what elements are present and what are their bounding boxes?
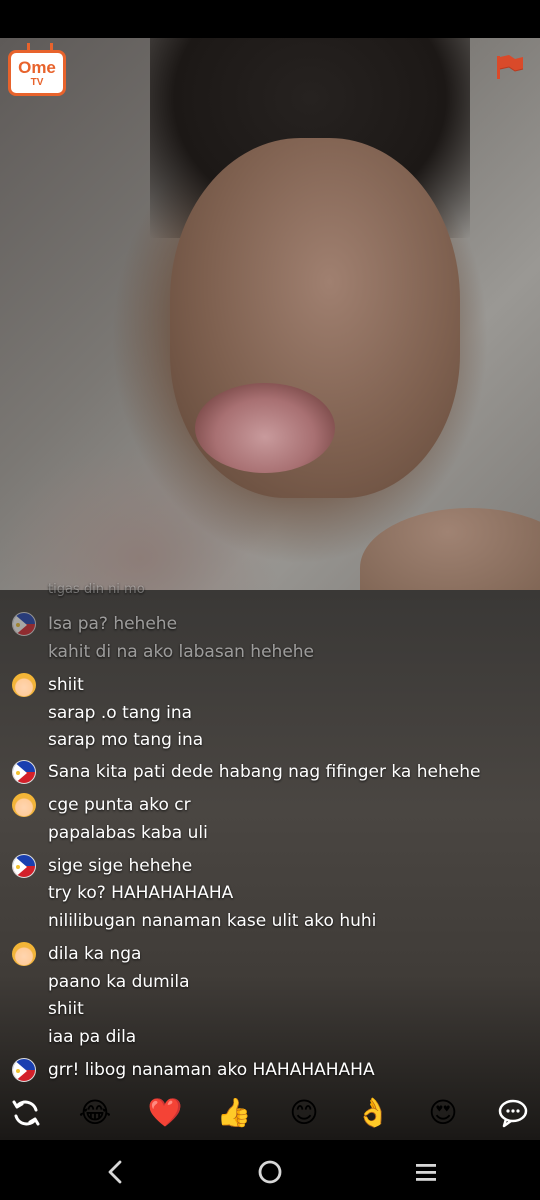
video-shoulder <box>360 508 540 590</box>
chat-list: tigas din ni mo Isa pa? hehehe kahit di … <box>0 580 540 1085</box>
ok-hand-emoji-button[interactable]: 👌 <box>353 1093 393 1133</box>
chat-message: sarap .o tang ina <box>48 703 193 723</box>
chat-message: tigas din ni mo <box>48 582 145 597</box>
status-bar <box>0 0 540 38</box>
home-icon[interactable] <box>250 1155 290 1189</box>
chat-message: kahit di na ako labasan hehehe <box>48 642 315 662</box>
recents-icon[interactable] <box>406 1155 446 1189</box>
chat-message: iaa pa dila <box>48 1027 137 1047</box>
chat-message: shiit <box>48 999 84 1019</box>
chat-message: Isa pa? hehehe <box>48 614 178 634</box>
chat-message: cge punta ako cr <box>48 795 191 815</box>
heart-emoji-button[interactable]: ❤️ <box>145 1093 185 1133</box>
chat-message: sige sige hehehe <box>48 856 193 876</box>
laugh-emoji-button[interactable]: 😂 <box>75 1093 115 1133</box>
android-nav-bar <box>0 1143 540 1200</box>
refresh-icon[interactable] <box>6 1093 46 1133</box>
chat-message: nililibugan nanaman kase ulit ako huhi <box>48 911 377 931</box>
ometv-logo: Ome TV <box>8 43 66 96</box>
chat-message: paano ka dumila <box>48 972 190 992</box>
heart-eyes-emoji-button[interactable]: 😍 <box>423 1093 463 1133</box>
philippines-flag-icon <box>12 1058 36 1082</box>
video-mouth <box>195 383 335 473</box>
chat-message: dila ka nga <box>48 944 142 964</box>
smile-emoji-button[interactable]: 😊 <box>284 1093 324 1133</box>
logo-text-top: Ome <box>18 57 56 77</box>
report-flag-icon[interactable] <box>495 54 525 80</box>
thumbs-up-emoji-button[interactable]: 👍 <box>214 1093 254 1133</box>
girl-emoji-icon <box>12 793 36 817</box>
philippines-flag-icon <box>12 760 36 784</box>
chat-message: grr! libog nanaman ako HAHAHAHAHA <box>48 1060 375 1080</box>
philippines-flag-icon <box>12 854 36 878</box>
chat-message: sarap mo tang ina <box>48 730 204 750</box>
chat-bubble-icon[interactable] <box>493 1093 533 1133</box>
remote-video <box>0 38 540 590</box>
back-icon[interactable] <box>96 1155 136 1189</box>
logo-text-bottom: TV <box>30 76 44 88</box>
philippines-flag-icon <box>12 612 36 636</box>
emoji-bar: 😂 ❤️ 👍 😊 👌 😍 <box>0 1085 540 1143</box>
girl-emoji-icon <box>12 673 36 697</box>
chat-message: papalabas kaba uli <box>48 823 208 843</box>
chat-message: Sana kita pati dede habang nag fifinger … <box>48 762 481 782</box>
tv-antenna-icon <box>27 43 53 53</box>
chat-message: try ko? HAHAHAHAHA <box>48 883 234 903</box>
girl-emoji-icon <box>12 942 36 966</box>
chat-message: shiit <box>48 675 84 695</box>
